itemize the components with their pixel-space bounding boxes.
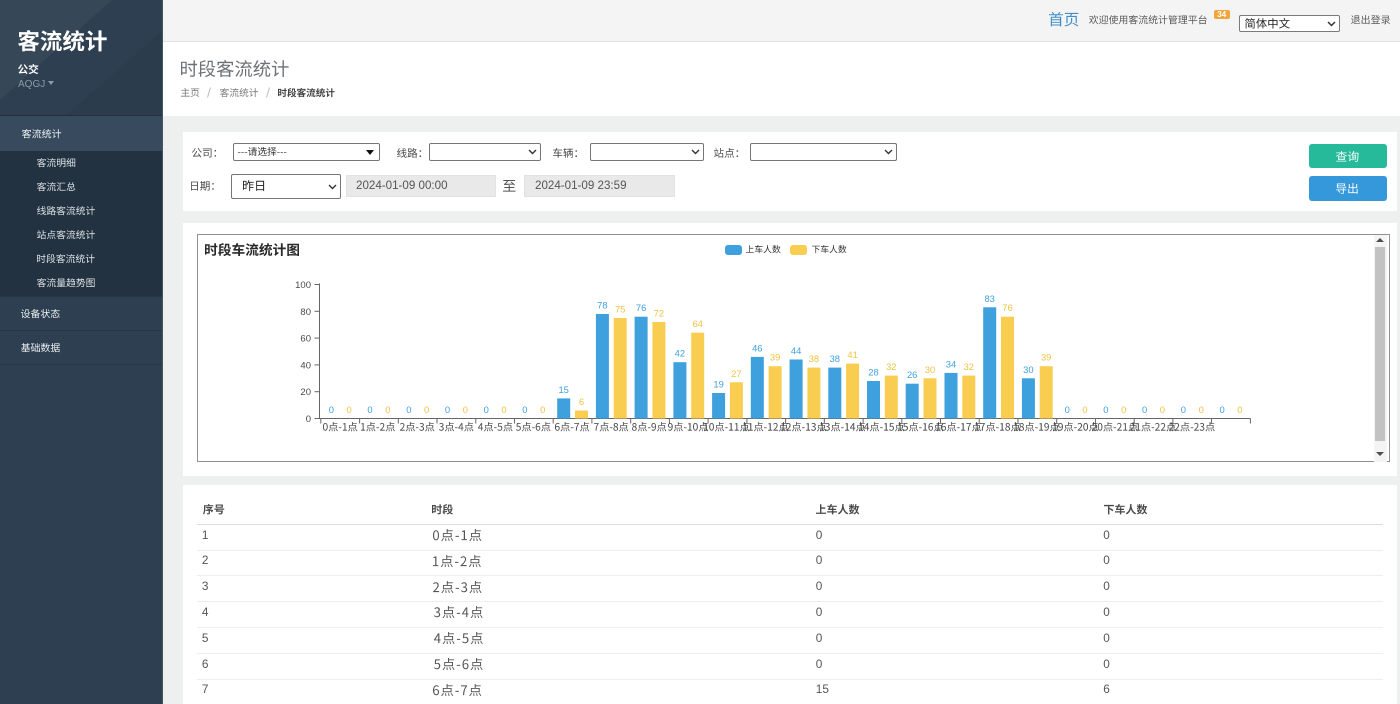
svg-text:20: 20: [300, 387, 311, 398]
svg-text:38: 38: [809, 353, 819, 364]
svg-text:0: 0: [1181, 404, 1186, 415]
svg-text:0: 0: [406, 404, 411, 415]
svg-text:76: 76: [1002, 302, 1012, 313]
svg-text:0: 0: [1219, 404, 1224, 415]
svg-text:0: 0: [1142, 404, 1147, 415]
svg-text:0: 0: [1082, 404, 1087, 415]
svg-text:0: 0: [445, 404, 450, 415]
svg-text:0: 0: [329, 404, 334, 415]
svg-text:0: 0: [463, 404, 468, 415]
svg-text:42: 42: [675, 348, 685, 359]
svg-text:34: 34: [946, 358, 956, 369]
svg-text:39: 39: [770, 352, 780, 363]
svg-text:41: 41: [847, 349, 857, 360]
svg-text:19: 19: [713, 379, 723, 390]
svg-text:0: 0: [501, 404, 506, 415]
svg-text:0: 0: [306, 414, 311, 425]
svg-text:40: 40: [300, 360, 311, 371]
svg-text:28: 28: [868, 367, 878, 378]
svg-text:0: 0: [367, 404, 372, 415]
svg-text:64: 64: [692, 318, 702, 329]
svg-text:46: 46: [752, 342, 762, 353]
svg-text:0: 0: [1121, 404, 1126, 415]
svg-text:0: 0: [540, 404, 545, 415]
svg-text:0: 0: [1160, 404, 1165, 415]
svg-text:0: 0: [1199, 404, 1204, 415]
svg-text:27: 27: [731, 368, 741, 379]
svg-text:83: 83: [984, 293, 994, 304]
svg-text:0: 0: [484, 404, 489, 415]
svg-text:38: 38: [830, 353, 840, 364]
svg-text:78: 78: [597, 300, 607, 311]
svg-text:76: 76: [636, 302, 646, 313]
svg-text:60: 60: [300, 334, 311, 345]
svg-text:30: 30: [1023, 364, 1033, 375]
svg-text:100: 100: [295, 280, 311, 291]
svg-text:32: 32: [886, 361, 896, 372]
svg-text:39: 39: [1041, 352, 1051, 363]
svg-text:44: 44: [791, 345, 801, 356]
svg-text:30: 30: [925, 364, 935, 375]
svg-text:0: 0: [1065, 404, 1070, 415]
svg-text:0: 0: [522, 404, 527, 415]
svg-text:32: 32: [964, 361, 974, 372]
svg-text:26: 26: [907, 369, 917, 380]
svg-text:75: 75: [615, 304, 625, 315]
svg-text:0: 0: [346, 404, 351, 415]
svg-text:0: 0: [385, 404, 390, 415]
svg-text:0: 0: [1103, 404, 1108, 415]
svg-text:6: 6: [579, 396, 584, 407]
svg-text:80: 80: [300, 307, 311, 318]
svg-text:0: 0: [424, 404, 429, 415]
svg-text:0: 0: [1237, 404, 1242, 415]
svg-text:72: 72: [654, 308, 664, 319]
svg-text:15: 15: [558, 384, 568, 395]
